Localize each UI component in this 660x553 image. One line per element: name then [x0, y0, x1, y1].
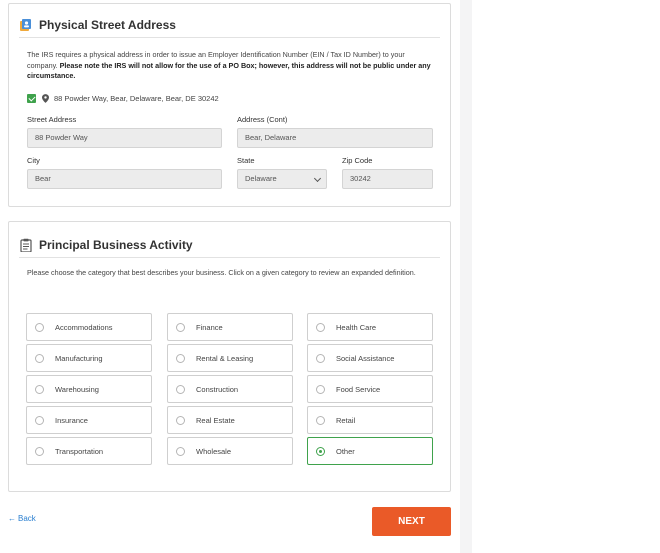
zip-input[interactable]: 30242	[342, 169, 433, 189]
sidebar-column	[472, 0, 660, 553]
address-book-icon	[19, 18, 33, 32]
activity-option[interactable]: Finance	[167, 313, 293, 341]
city-label: City	[27, 156, 40, 165]
city-input[interactable]: Bear	[27, 169, 222, 189]
radio-button[interactable]	[176, 322, 185, 332]
clipboard-icon	[19, 238, 33, 253]
street-address-label: Street Address	[27, 115, 77, 124]
main-column: Physical Street Address The IRS requires…	[0, 0, 460, 553]
activity-option-label: Finance	[196, 322, 223, 332]
activity-option[interactable]: Rental & Leasing	[167, 344, 293, 372]
activity-option[interactable]: Social Assistance	[307, 344, 433, 372]
street-address-input[interactable]: 88 Powder Way	[27, 128, 222, 148]
radio-button[interactable]	[35, 415, 44, 425]
activity-option-label: Other	[336, 446, 355, 456]
address-description-note: Please note the IRS will not allow for t…	[27, 60, 431, 81]
activity-option[interactable]: Construction	[167, 375, 293, 403]
state-select-value: Delaware	[245, 174, 277, 183]
activity-option-label: Health Care	[336, 322, 377, 332]
address-card-header: Physical Street Address	[19, 12, 440, 38]
radio-button[interactable]	[35, 446, 44, 456]
activity-option[interactable]: Transportation	[26, 437, 152, 465]
activity-option-label: Rental & Leasing	[196, 353, 254, 363]
activity-option[interactable]: Wholesale	[167, 437, 293, 465]
zip-label: Zip Code	[342, 156, 373, 165]
radio-button[interactable]	[316, 446, 325, 456]
verified-address-row[interactable]: 88 Powder Way, Bear, Delaware, Bear, DE …	[27, 94, 219, 103]
activity-option-label: Warehousing	[55, 384, 99, 394]
radio-button[interactable]	[35, 384, 44, 394]
radio-button[interactable]	[316, 353, 325, 363]
activity-option-label: Construction	[196, 384, 239, 394]
activity-option-label: Manufacturing	[55, 353, 103, 363]
activity-option[interactable]: Real Estate	[167, 406, 293, 434]
activity-option-label: Food Service	[336, 384, 381, 394]
activity-option[interactable]: Health Care	[307, 313, 433, 341]
state-label: State	[237, 156, 255, 165]
activity-option-label: Accommodations	[55, 322, 113, 332]
radio-button[interactable]	[35, 353, 44, 363]
activity-option-label: Real Estate	[196, 415, 235, 425]
verified-checkbox[interactable]	[27, 94, 36, 103]
address-card-title: Physical Street Address	[39, 17, 176, 32]
radio-button[interactable]	[176, 446, 185, 456]
activity-option[interactable]: Retail	[307, 406, 433, 434]
activity-card-title: Principal Business Activity	[39, 237, 193, 252]
address-cont-label: Address (Cont)	[237, 115, 288, 124]
activity-option[interactable]: Warehousing	[26, 375, 152, 403]
radio-button[interactable]	[316, 384, 325, 394]
arrow-left-icon: ←	[8, 514, 16, 523]
radio-button[interactable]	[316, 322, 325, 332]
activity-option[interactable]: Other	[307, 437, 433, 465]
activity-card-header: Principal Business Activity	[19, 232, 440, 258]
activity-option-label: Social Assistance	[336, 353, 395, 363]
activity-option[interactable]: Insurance	[26, 406, 152, 434]
radio-button[interactable]	[176, 384, 185, 394]
chevron-down-icon	[313, 174, 322, 183]
radio-button[interactable]	[35, 322, 44, 332]
back-link[interactable]: ← Back	[8, 514, 36, 523]
activity-option-label: Wholesale	[196, 446, 232, 456]
activity-option-label: Insurance	[55, 415, 88, 425]
next-button[interactable]: NEXT	[372, 507, 451, 536]
verified-address-text: 88 Powder Way, Bear, Delaware, Bear, DE …	[54, 94, 219, 103]
business-activity-card: Principal Business Activity Please choos…	[8, 221, 451, 492]
radio-button[interactable]	[176, 353, 185, 363]
back-link-label: Back	[18, 514, 36, 523]
activity-option[interactable]: Manufacturing	[26, 344, 152, 372]
activity-option-label: Retail	[336, 415, 356, 425]
map-pin-icon	[42, 94, 49, 103]
physical-address-card: Physical Street Address The IRS requires…	[8, 3, 451, 207]
state-select[interactable]: Delaware	[237, 169, 327, 189]
activity-option-label: Transportation	[55, 446, 104, 456]
radio-button[interactable]	[316, 415, 325, 425]
activity-option[interactable]: Food Service	[307, 375, 433, 403]
radio-button[interactable]	[176, 415, 185, 425]
address-description: The IRS requires a physical address in o…	[27, 50, 436, 82]
activity-description: Please choose the category that best des…	[27, 268, 416, 277]
address-cont-input[interactable]: Bear, Delaware	[237, 128, 433, 148]
activity-option[interactable]: Accommodations	[26, 313, 152, 341]
